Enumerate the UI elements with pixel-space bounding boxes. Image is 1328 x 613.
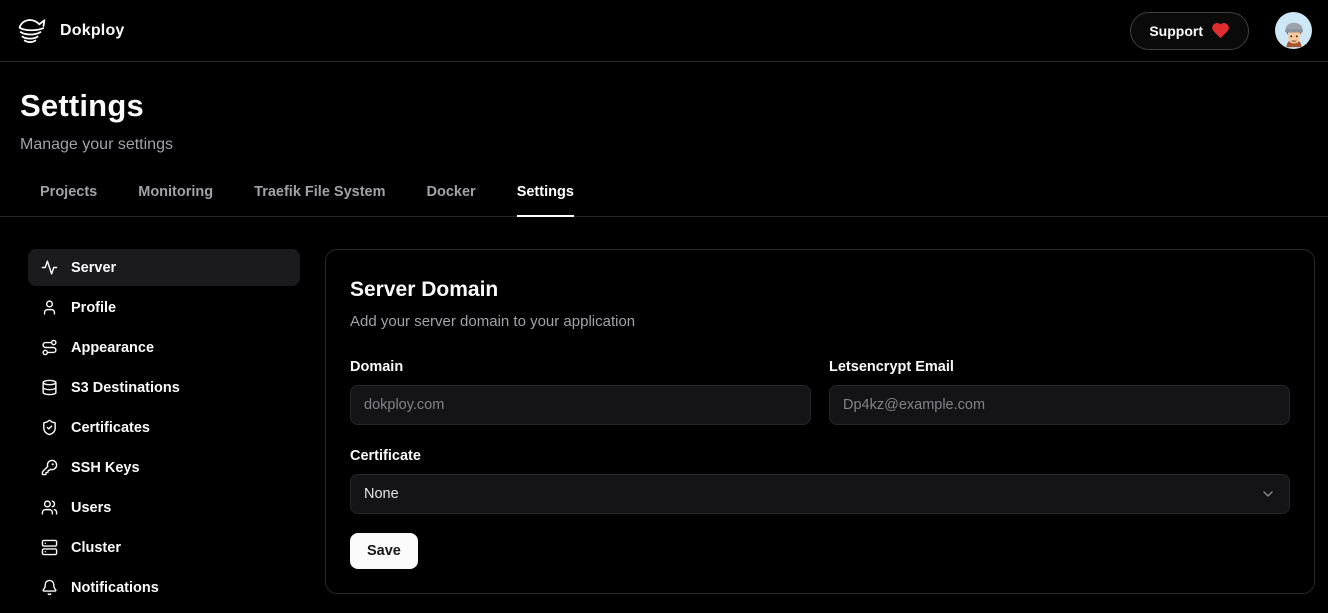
sidebar-item-label: Cluster bbox=[71, 540, 121, 556]
bell-icon bbox=[41, 579, 58, 596]
tab-docker[interactable]: Docker bbox=[427, 178, 476, 217]
database-icon bbox=[41, 379, 58, 396]
domain-input[interactable] bbox=[350, 385, 811, 425]
sidebar-item-appearance[interactable]: Appearance bbox=[28, 329, 300, 366]
support-button[interactable]: Support bbox=[1130, 12, 1249, 50]
chevron-down-icon bbox=[1260, 486, 1276, 502]
save-button[interactable]: Save bbox=[350, 533, 418, 569]
letsencrypt-email-input[interactable] bbox=[829, 385, 1290, 425]
tab-settings[interactable]: Settings bbox=[517, 178, 574, 217]
sidebar-item-certificates[interactable]: Certificates bbox=[28, 409, 300, 446]
page-subtitle: Manage your settings bbox=[20, 136, 1308, 154]
server-rack-icon bbox=[41, 539, 58, 556]
sidebar-item-s3-destinations[interactable]: S3 Destinations bbox=[28, 369, 300, 406]
sidebar-item-server[interactable]: Server bbox=[28, 249, 300, 286]
domain-label: Domain bbox=[350, 359, 811, 375]
domain-field-group: Domain bbox=[350, 359, 811, 425]
tab-monitoring[interactable]: Monitoring bbox=[138, 178, 213, 217]
letsencrypt-email-field-group: Letsencrypt Email bbox=[829, 359, 1290, 425]
certificate-field-group: Certificate None bbox=[350, 448, 1290, 514]
heart-icon bbox=[1211, 21, 1230, 40]
card-description: Add your server domain to your applicati… bbox=[350, 313, 1290, 330]
sidebar-item-ssh-keys[interactable]: SSH Keys bbox=[28, 449, 300, 486]
sidebar-item-label: S3 Destinations bbox=[71, 380, 180, 396]
sidebar-item-label: SSH Keys bbox=[71, 460, 140, 476]
certificate-selected-value: None bbox=[364, 486, 399, 502]
sidebar-item-users[interactable]: Users bbox=[28, 489, 300, 526]
users-icon bbox=[41, 499, 58, 516]
dokploy-logo-icon bbox=[14, 13, 50, 49]
card-title: Server Domain bbox=[350, 278, 1290, 302]
sidebar-item-notifications[interactable]: Notifications bbox=[28, 569, 300, 606]
brand-name: Dokploy bbox=[60, 22, 125, 40]
sidebar-item-label: Certificates bbox=[71, 420, 150, 436]
shield-check-icon bbox=[41, 419, 58, 436]
page-title: Settings bbox=[20, 88, 1308, 124]
top-bar: Dokploy Support bbox=[0, 0, 1328, 62]
sidebar-item-label: Notifications bbox=[71, 580, 159, 596]
key-icon bbox=[41, 459, 58, 476]
user-avatar[interactable] bbox=[1275, 12, 1312, 49]
support-button-label: Support bbox=[1149, 23, 1203, 39]
main-tabs: Projects Monitoring Traefik File System … bbox=[0, 178, 1328, 217]
letsencrypt-email-label: Letsencrypt Email bbox=[829, 359, 1290, 375]
sidebar-item-label: Server bbox=[71, 260, 116, 276]
sidebar-item-label: Users bbox=[71, 500, 111, 516]
certificate-select[interactable]: None bbox=[350, 474, 1290, 514]
brand-link[interactable]: Dokploy bbox=[14, 13, 125, 49]
sidebar-item-label: Profile bbox=[71, 300, 116, 316]
activity-icon bbox=[41, 259, 58, 276]
sidebar-item-label: Appearance bbox=[71, 340, 154, 356]
sidebar-item-cluster[interactable]: Cluster bbox=[28, 529, 300, 566]
user-icon bbox=[41, 299, 58, 316]
route-icon bbox=[41, 339, 58, 356]
sidebar-item-profile[interactable]: Profile bbox=[28, 289, 300, 326]
avatar-face-image bbox=[1279, 19, 1309, 49]
tab-projects[interactable]: Projects bbox=[40, 178, 97, 217]
tab-traefik-file-system[interactable]: Traefik File System bbox=[254, 178, 385, 217]
server-domain-card: Server Domain Add your server domain to … bbox=[325, 249, 1315, 594]
settings-sidebar: Server Profile Appearance S3 Destination… bbox=[28, 249, 300, 609]
certificate-label: Certificate bbox=[350, 448, 1290, 464]
